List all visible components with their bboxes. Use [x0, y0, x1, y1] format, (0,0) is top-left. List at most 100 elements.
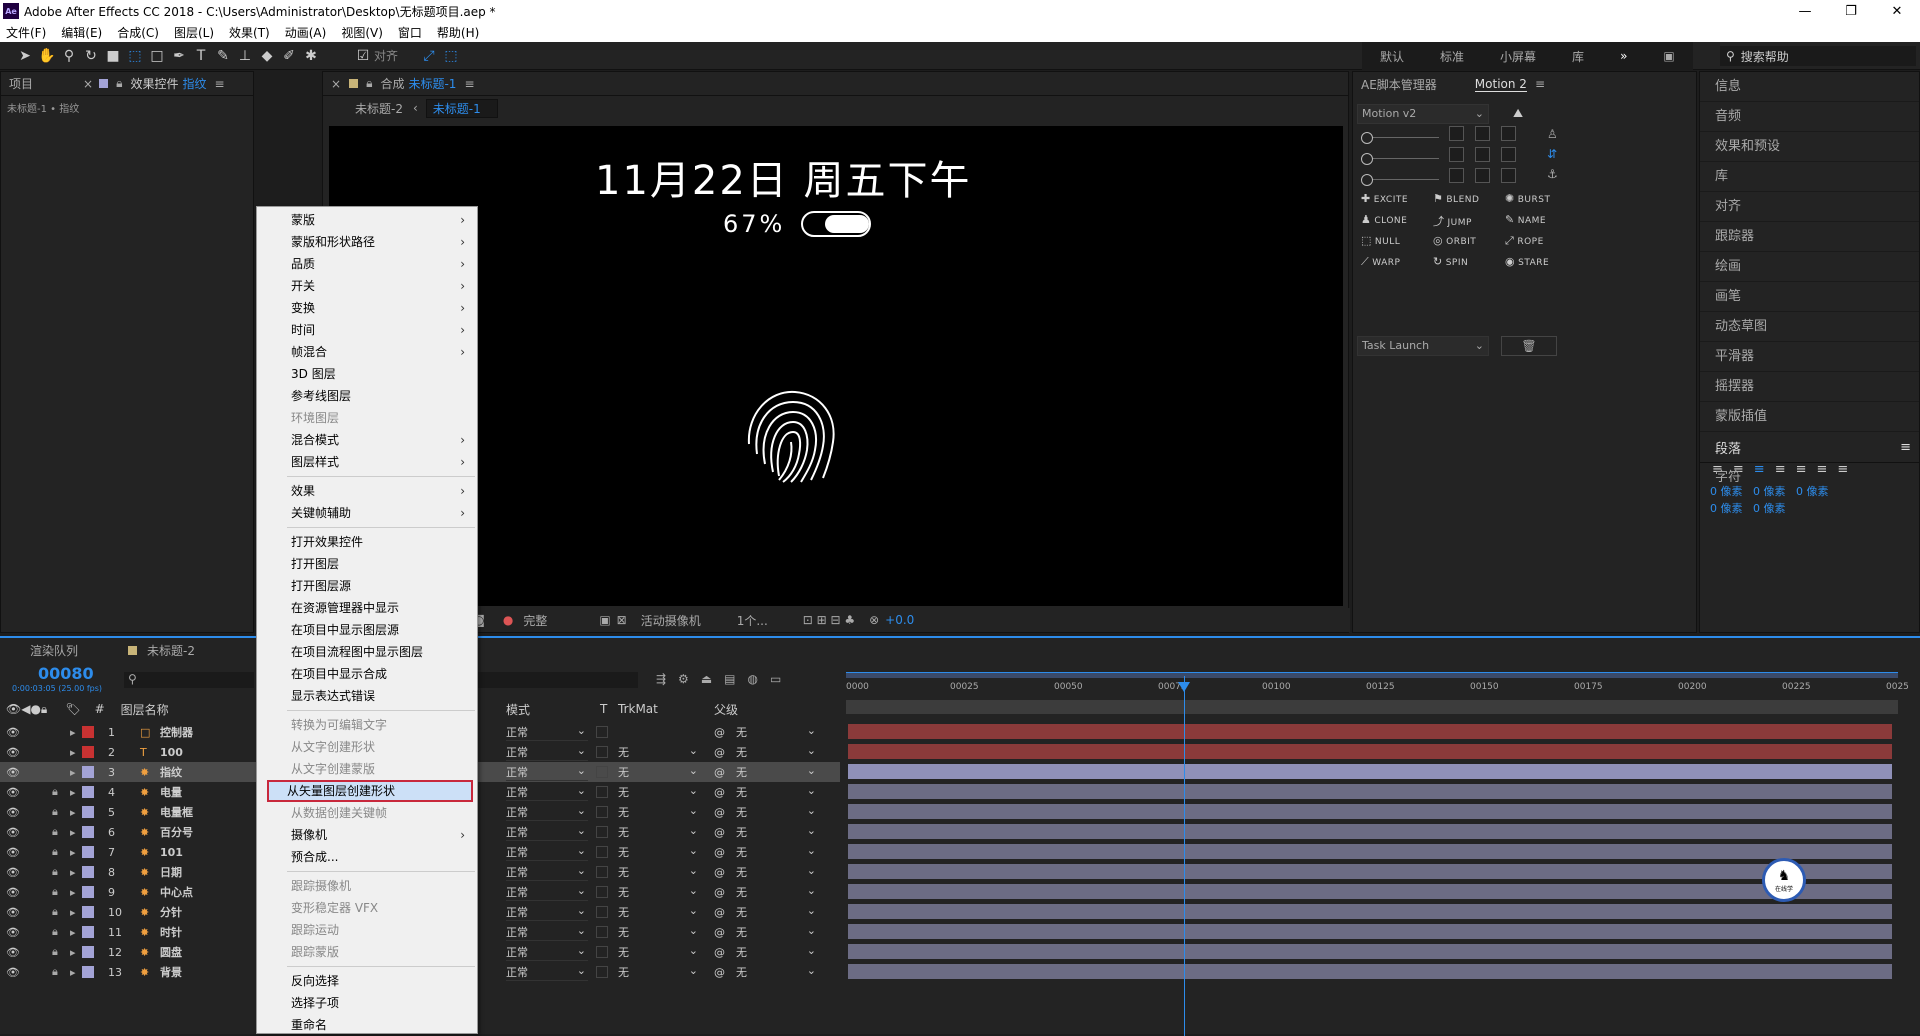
- visibility-eye-icon[interactable]: 👁︎: [6, 786, 20, 799]
- expand-arrow-icon[interactable]: ▸: [70, 786, 76, 799]
- layer-name[interactable]: 百分号: [160, 824, 193, 840]
- layer-duration-bar[interactable]: [848, 724, 1892, 739]
- t-checkbox[interactable]: [596, 806, 608, 818]
- layer-name[interactable]: 中心点: [160, 884, 193, 900]
- layer-name[interactable]: 圆盘: [160, 944, 182, 960]
- layer-name[interactable]: 时针: [160, 924, 182, 940]
- mountain-icon[interactable]: ⛰: [1513, 106, 1523, 121]
- layer-label-color[interactable]: [81, 926, 94, 938]
- motion-orbit-button[interactable]: ◎ ORBIT: [1433, 234, 1476, 247]
- context-menu-item[interactable]: 显示表达式错误: [257, 685, 477, 707]
- menu-item[interactable]: 窗口: [398, 24, 422, 41]
- t-checkbox[interactable]: [596, 886, 608, 898]
- character-header[interactable]: 字符: [1700, 462, 1919, 492]
- parent-dropdown[interactable]: 无 ⌄: [736, 784, 818, 800]
- tab-project[interactable]: 项目: [9, 75, 33, 92]
- context-menu-item[interactable]: 在资源管理器中显示: [257, 597, 477, 619]
- close-icon[interactable]: ×: [331, 77, 341, 91]
- workspace-default[interactable]: 默认: [1362, 48, 1422, 65]
- slider-knob[interactable]: [1361, 174, 1373, 186]
- anchor-point-button[interactable]: [1449, 168, 1464, 183]
- trkmat-dropdown[interactable]: 无 ⌄: [618, 964, 700, 980]
- motion-stare-button[interactable]: ◉ STARE: [1505, 255, 1549, 268]
- trkmat-dropdown[interactable]: 无 ⌄: [618, 824, 700, 840]
- layer-label-color[interactable]: [81, 906, 94, 918]
- layer-duration-bar[interactable]: [848, 804, 1892, 819]
- trkmat-dropdown[interactable]: 无 ⌄: [618, 864, 700, 880]
- mode-dropdown[interactable]: 正常 ⌄: [506, 784, 588, 801]
- right-panel-item[interactable]: 库: [1700, 162, 1919, 192]
- t-checkbox[interactable]: [596, 926, 608, 938]
- motion-warp-button[interactable]: ⟋ WARP: [1361, 255, 1400, 269]
- anchor-point-button[interactable]: [1449, 147, 1464, 162]
- expand-arrow-icon[interactable]: ▸: [70, 766, 76, 779]
- visibility-eye-icon[interactable]: 👁︎: [6, 946, 20, 959]
- layer-duration-bar[interactable]: [848, 884, 1892, 899]
- layer-duration-bar[interactable]: [848, 784, 1892, 799]
- lock-icon[interactable]: 🔒︎: [52, 865, 64, 879]
- tab-effect-controls[interactable]: 效果控件: [130, 75, 178, 92]
- playhead[interactable]: [1184, 676, 1185, 1036]
- t-checkbox[interactable]: [596, 746, 608, 758]
- expand-arrow-icon[interactable]: ▸: [70, 726, 76, 739]
- context-menu-item[interactable]: 图层样式 ›: [257, 451, 477, 473]
- motion-name-button[interactable]: ✎ NAME: [1505, 213, 1546, 226]
- stamp-tool-icon[interactable]: ⊥: [234, 45, 256, 67]
- pickwhip-icon[interactable]: @: [714, 826, 725, 839]
- mode-dropdown[interactable]: 正常 ⌄: [506, 864, 588, 881]
- mode-dropdown[interactable]: 正常 ⌄: [506, 944, 588, 961]
- layer-label-color[interactable]: [81, 746, 94, 758]
- trkmat-dropdown[interactable]: 无 ⌄: [618, 944, 700, 960]
- rectangle-tool-icon[interactable]: □: [146, 45, 168, 67]
- layer-name[interactable]: 分针: [160, 904, 182, 920]
- trkmat-dropdown[interactable]: 无 ⌄: [618, 764, 700, 780]
- camera-dropdown[interactable]: 活动摄像机: [641, 612, 731, 629]
- menu-item[interactable]: 帮助(H): [437, 24, 479, 41]
- layer-duration-bar[interactable]: [848, 944, 1892, 959]
- expand-arrow-icon[interactable]: ▸: [70, 746, 76, 759]
- pickwhip-icon[interactable]: @: [714, 946, 725, 959]
- motion-spin-button[interactable]: ↻ SPIN: [1433, 255, 1468, 268]
- workspace-library[interactable]: 库: [1554, 48, 1602, 65]
- mode-dropdown[interactable]: 正常 ⌄: [506, 804, 588, 821]
- layer-label-color[interactable]: [81, 806, 94, 818]
- parent-dropdown[interactable]: 无 ⌄: [736, 844, 818, 860]
- motion-blend-button[interactable]: ⚑ BLEND: [1433, 192, 1479, 205]
- parent-dropdown[interactable]: 无 ⌄: [736, 884, 818, 900]
- pickwhip-icon[interactable]: @: [714, 846, 725, 859]
- mode-dropdown[interactable]: 正常 ⌄: [506, 764, 588, 781]
- tab-comp-2[interactable]: 未标题-2: [147, 642, 195, 659]
- snap-grid-icon[interactable]: ⬚: [440, 45, 462, 67]
- t-checkbox[interactable]: [596, 786, 608, 798]
- layer-name[interactable]: 日期: [160, 864, 182, 880]
- lock-icon[interactable]: 🔒︎: [52, 925, 64, 939]
- layer-label-color[interactable]: [81, 766, 94, 778]
- layer-search-input[interactable]: ⚲: [124, 672, 254, 688]
- pickwhip-icon[interactable]: @: [714, 926, 725, 939]
- right-panel-item[interactable]: 动态草图: [1700, 312, 1919, 342]
- pickwhip-icon[interactable]: @: [714, 966, 725, 979]
- panel-menu-icon[interactable]: ≡: [464, 77, 474, 91]
- context-menu-item[interactable]: 品质 ›: [257, 253, 477, 275]
- visibility-eye-icon[interactable]: 👁︎: [6, 886, 20, 899]
- mode-dropdown[interactable]: 正常 ⌄: [506, 824, 588, 841]
- layer-name[interactable]: 电量框: [160, 804, 193, 820]
- context-menu-item[interactable]: 蒙版和形状路径 ›: [257, 231, 477, 253]
- anchor-point-button[interactable]: [1501, 126, 1516, 141]
- toggle-icons[interactable]: ⊡ ⊞ ⊟ ♣: [803, 613, 855, 627]
- parent-dropdown[interactable]: 无 ⌄: [736, 864, 818, 880]
- restore-button[interactable]: ❐: [1828, 0, 1874, 22]
- context-menu-item[interactable]: 帧混合 ›: [257, 341, 477, 363]
- right-panel-item[interactable]: 信息: [1700, 72, 1919, 102]
- layer-label-color[interactable]: [81, 786, 94, 798]
- motion-burst-button[interactable]: ✺ BURST: [1505, 192, 1550, 205]
- lock-icon[interactable]: 🔒︎: [52, 945, 64, 959]
- layer-name[interactable]: 指纹: [160, 764, 182, 780]
- parent-dropdown[interactable]: 无 ⌄: [736, 724, 818, 740]
- t-checkbox[interactable]: [596, 906, 608, 918]
- lock-icon[interactable]: 🔒︎: [52, 805, 64, 819]
- trkmat-dropdown[interactable]: 无 ⌄: [618, 804, 700, 820]
- parent-dropdown[interactable]: 无 ⌄: [736, 804, 818, 820]
- parent-dropdown[interactable]: 无 ⌄: [736, 964, 818, 980]
- layer-name[interactable]: 电量: [160, 784, 182, 800]
